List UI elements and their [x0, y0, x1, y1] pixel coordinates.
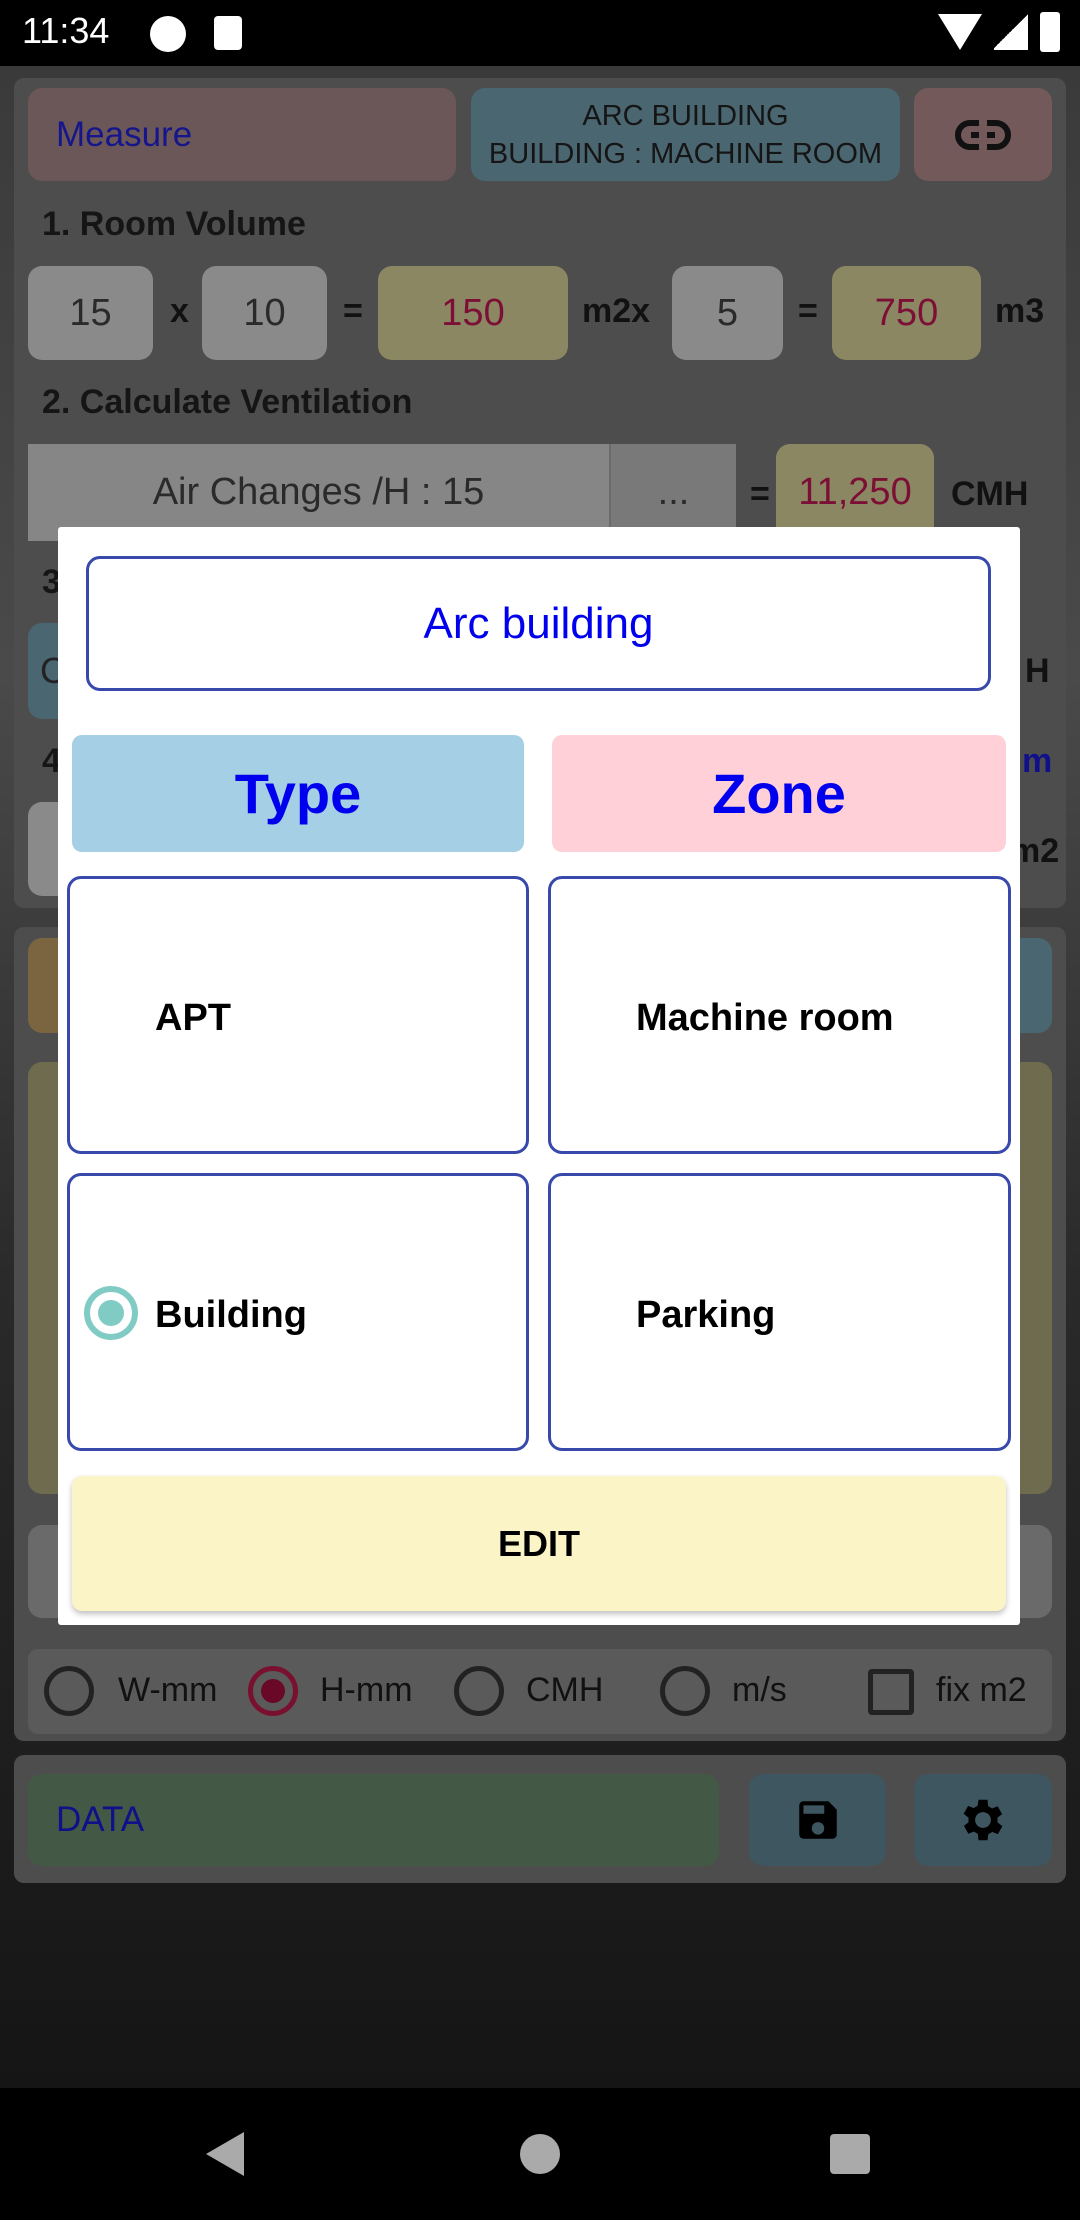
radio-selected-dot [261, 1679, 285, 1703]
radio-w-mm[interactable] [44, 1666, 94, 1716]
link-icon [955, 119, 1011, 150]
type-zone-dialog: Arc building Type Zone APT Machine room … [58, 527, 1020, 1625]
gear-icon [963, 1799, 1003, 1841]
status-bar: 11:34 [0, 0, 1080, 66]
name-input[interactable]: Arc building [86, 556, 991, 691]
battery-icon [1040, 12, 1060, 52]
project-name: ARC BUILDING [582, 99, 789, 132]
data-button[interactable]: DATA [28, 1774, 719, 1866]
height-input[interactable]: 5 [672, 266, 783, 360]
equals-sign: = [798, 292, 818, 330]
times-sign: x [170, 292, 189, 330]
fix-m2-checkbox[interactable] [868, 1669, 914, 1715]
link-button[interactable] [914, 88, 1052, 181]
project-button[interactable]: ARC BUILDING BUILDING : MACHINE ROOM [471, 88, 900, 181]
wifi-icon [938, 14, 982, 50]
home-icon[interactable] [520, 2134, 560, 2174]
checkbox-label: fix m2 [936, 1671, 1027, 1709]
radio-h-mm[interactable] [248, 1666, 298, 1716]
option-label: Building [155, 1294, 307, 1336]
app-notification-icon [150, 16, 186, 52]
clock: 11:34 [22, 10, 110, 51]
radio-selected-dot [98, 1300, 124, 1326]
type-option-building[interactable]: Building [67, 1173, 529, 1451]
area-unit: m2x [582, 292, 651, 330]
signal-icon [994, 12, 1028, 50]
recents-icon[interactable] [830, 2134, 870, 2174]
edit-button[interactable]: EDIT [72, 1476, 1006, 1611]
option-label: Machine room [636, 997, 894, 1039]
type-header: Type [72, 735, 524, 852]
length-input[interactable]: 10 [202, 266, 327, 360]
ventilation-title: 2. Calculate Ventilation [42, 383, 413, 421]
section-3-unit: H [1025, 652, 1050, 690]
settings-button[interactable] [914, 1774, 1052, 1866]
radio-cmh[interactable] [454, 1666, 504, 1716]
measure-button[interactable]: Measure [28, 88, 456, 181]
radio-label: H-mm [320, 1671, 413, 1709]
option-label: APT [155, 997, 231, 1039]
save-button[interactable] [749, 1774, 886, 1866]
zone-header: Zone [552, 735, 1006, 852]
project-zone: BUILDING : MACHINE ROOM [488, 137, 883, 170]
section-4-unit: m [1022, 742, 1053, 780]
option-label: Parking [636, 1294, 776, 1336]
radio-m-s[interactable] [660, 1666, 710, 1716]
width-input[interactable]: 15 [28, 266, 153, 360]
radio-label: m/s [732, 1671, 787, 1709]
save-icon [798, 1801, 837, 1839]
area-value: 150 [378, 266, 568, 360]
zone-option-parking[interactable]: Parking [548, 1173, 1011, 1451]
back-icon[interactable] [206, 2132, 244, 2176]
radio-label: W-mm [118, 1671, 218, 1709]
radio-label: CMH [526, 1671, 604, 1709]
navigation-bar [0, 2088, 1080, 2220]
volume-unit: m3 [995, 292, 1045, 330]
options-row: W-mm H-mm CMH m/s fix m2 [28, 1649, 1052, 1734]
radio-selected[interactable] [84, 1286, 138, 1340]
equals-sign: = [343, 292, 363, 330]
sd-card-icon [214, 16, 242, 50]
zone-option-machine-room[interactable]: Machine room [548, 876, 1011, 1154]
volume-value: 750 [832, 266, 981, 360]
type-option-apt[interactable]: APT [67, 876, 529, 1154]
room-volume-title: 1. Room Volume [42, 205, 306, 243]
equals-sign: = [750, 475, 770, 513]
flow-unit: CMH [951, 475, 1029, 513]
